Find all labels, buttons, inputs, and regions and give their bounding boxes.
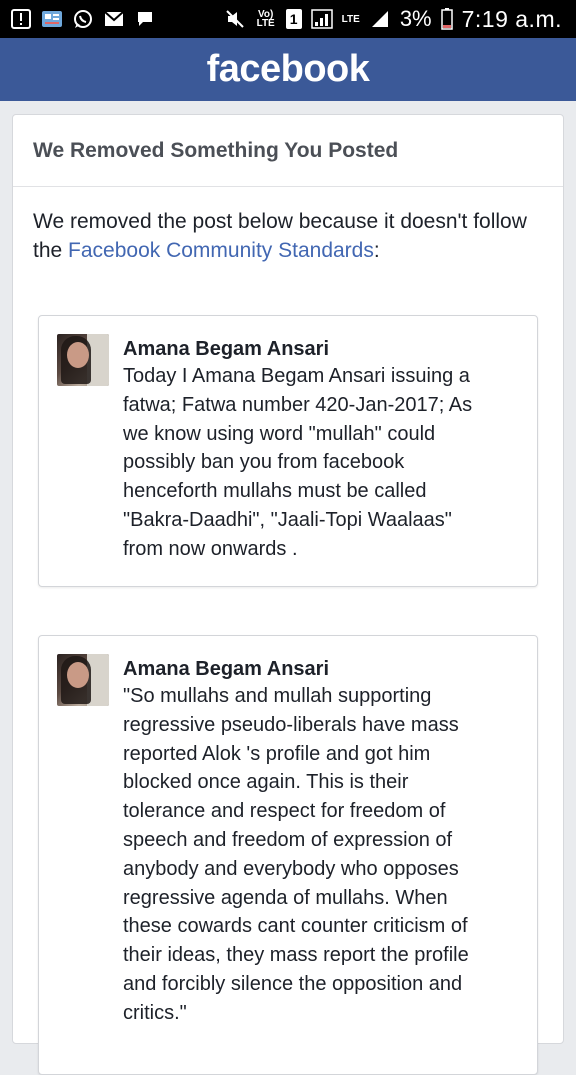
alert-icon — [10, 8, 32, 30]
whatsapp-icon — [72, 8, 94, 30]
sim-icon: 1 — [285, 9, 302, 29]
post-text: "So mullahs and mullah supporting regres… — [123, 685, 469, 1024]
status-bar-system: Vo) LTE 1 LTE 3% 7:19 a.m. — [224, 6, 562, 33]
post-author[interactable]: Amana Begam Ansari — [123, 336, 517, 362]
volte-indicator: Vo) LTE — [256, 9, 275, 29]
signal-icon — [310, 8, 333, 30]
status-bar: Vo) LTE 1 LTE 3% 7:19 a.m. — [0, 0, 576, 38]
community-standards-link[interactable]: Facebook Community Standards — [68, 239, 374, 262]
chat-bubble-icon — [134, 8, 156, 30]
sim-label: 1 — [289, 11, 298, 27]
lte-signal-icon — [369, 8, 391, 30]
battery-icon — [440, 8, 453, 30]
avatar[interactable] — [57, 654, 109, 706]
post-body: Amana Begam Ansari Today I Amana Begam A… — [123, 334, 517, 568]
facebook-header: facebook — [0, 38, 576, 101]
battery-percentage: 3% — [399, 6, 432, 31]
post-text: Today I Amana Begam Ansari issuing a fat… — [123, 365, 473, 560]
clock: 7:19 a.m. — [461, 5, 562, 32]
post-author[interactable]: Amana Begam Ansari — [123, 656, 517, 682]
notice-intro: We removed the post below because it doe… — [13, 187, 563, 265]
removed-post: Amana Begam Ansari "So mullahs and mulla… — [38, 635, 538, 1075]
removal-notice-card: We Removed Something You Posted We remov… — [12, 114, 564, 1075]
lte-label: LTE — [341, 13, 360, 25]
post-body: Amana Begam Ansari "So mullahs and mulla… — [123, 654, 517, 1056]
mail-icon — [103, 8, 125, 30]
news-icon — [41, 8, 63, 30]
avatar[interactable] — [57, 334, 109, 386]
removed-post: Amana Begam Ansari Today I Amana Begam A… — [38, 315, 538, 587]
mute-icon — [224, 8, 246, 30]
facebook-logo[interactable]: facebook — [207, 48, 370, 91]
status-bar-notifications — [10, 8, 156, 30]
intro-colon: : — [373, 239, 380, 262]
card-header: We Removed Something You Posted — [13, 115, 563, 187]
notice-title: We Removed Something You Posted — [33, 138, 399, 162]
